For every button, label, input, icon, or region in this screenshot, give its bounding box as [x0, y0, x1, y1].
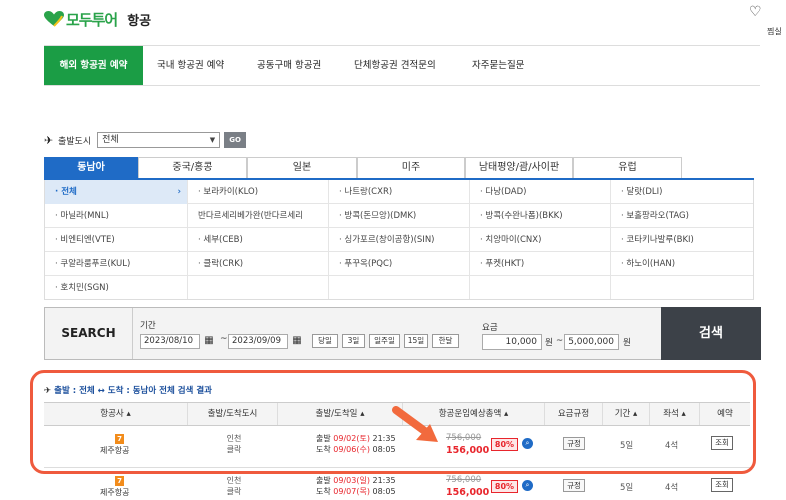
magnifier-icon[interactable]: ⌕	[522, 480, 533, 491]
go-button[interactable]: GO	[224, 132, 247, 148]
chevron-down-icon: ▼	[209, 136, 216, 144]
depart-time: 21:35	[372, 476, 396, 485]
jeju-air-logo-icon: 7	[115, 476, 124, 486]
wishlist-label[interactable]: 찜실	[767, 26, 782, 37]
fare-rule-button[interactable]: 규정	[563, 479, 585, 492]
city-item[interactable]: · 마닐라(MNL)	[45, 204, 187, 228]
region-tabs: 동남아 중국/홍콩 일본 미주 남태평양/괌/사이판 유럽	[44, 157, 682, 179]
period-month-button[interactable]: 한달	[432, 334, 459, 348]
plane-icon: ✈	[44, 133, 54, 147]
city-item[interactable]: · 싱가포르(창이공항)(SIN)	[329, 228, 469, 252]
main-nav: 해외 항공권 예약 국내 항공권 예약 공동구매 항공권 단체항공권 견적문의 …	[44, 45, 760, 86]
city-item[interactable]: · 치앙마이(CNX)	[470, 228, 610, 252]
city-item[interactable]: · 방콕(수완나폼)(BKK)	[470, 204, 610, 228]
fare-min-input[interactable]: 10,000	[482, 334, 542, 350]
departure-filter: ✈ 출발도시 전체 ▼ GO	[44, 131, 247, 149]
nav-group-purchase[interactable]: 공동구매 항공권	[257, 46, 321, 85]
city-item[interactable]: · 방콕(돈므앙)(DMK)	[329, 204, 469, 228]
period-today-button[interactable]: 당일	[312, 334, 338, 348]
city-label: · 전체	[55, 187, 77, 197]
arrive-time: 08:05	[372, 487, 396, 496]
departure-select[interactable]: 전체 ▼	[97, 132, 221, 148]
city-item[interactable]: · 하노이(HAN)	[611, 252, 751, 276]
to-city: 클락	[226, 487, 242, 496]
date-to-input[interactable]: 2023/09/09	[228, 334, 288, 349]
section-title: 항공	[127, 13, 152, 29]
seat-count: 4석	[665, 483, 679, 493]
city-item[interactable]: · 달랏(DLI)	[611, 180, 751, 204]
site-logo[interactable]: 모두투어 항공	[44, 8, 151, 30]
nav-domestic-booking[interactable]: 국내 항공권 예약	[157, 46, 224, 85]
calendar-icon[interactable]: ▦	[290, 333, 304, 348]
from-city: 인천	[226, 476, 242, 485]
trip-duration: 5일	[620, 483, 634, 493]
city-item[interactable]: · 푸켓(HKT)	[470, 252, 610, 276]
nav-group-quote[interactable]: 단체항공권 견적문의	[354, 46, 436, 85]
depart-prefix: 출발	[316, 476, 331, 485]
city-item[interactable]: 반다르세리베가완(반다르세리	[188, 204, 328, 228]
date-from-input[interactable]: 2023/08/10	[140, 334, 200, 349]
airline-name: 제주항공	[100, 488, 130, 497]
city-item[interactable]: · 다낭(DAD)	[470, 180, 610, 204]
arrive-prefix: 도착	[316, 487, 331, 496]
brand-name: 모두투어	[66, 10, 118, 29]
site-header: 모두투어 항공 ♡ 찜실	[0, 0, 786, 44]
tab-americas[interactable]: 미주	[357, 157, 465, 179]
search-label: SEARCH	[45, 308, 133, 359]
city-item[interactable]: · 보라카이(KLO)	[188, 180, 328, 204]
period-label: 기간	[140, 321, 156, 331]
pointer-arrow-icon	[392, 406, 438, 442]
discount-badge: 80%	[491, 480, 518, 493]
period-3day-button[interactable]: 3일	[342, 334, 365, 348]
period-week-button[interactable]: 일주일	[369, 334, 400, 348]
fare-label: 요금	[482, 323, 498, 333]
route-cities: 인천 클락	[214, 475, 254, 497]
nav-overseas-booking[interactable]: 해외 항공권 예약	[44, 46, 143, 85]
city-item[interactable]: · 비엔티엔(VTE)	[45, 228, 187, 252]
tab-japan[interactable]: 일본	[247, 157, 357, 179]
view-button[interactable]: 조회	[711, 478, 733, 492]
original-price: 756,000	[446, 475, 482, 485]
city-item[interactable]: · 세부(CEB)	[188, 228, 328, 252]
chevron-right-icon: ›	[177, 187, 181, 197]
city-item[interactable]: · 보홀팡라오(TAG)	[611, 204, 751, 228]
departure-select-value: 전체	[102, 135, 119, 145]
arrive-date: 09/07(목)	[333, 487, 370, 496]
nav-faq[interactable]: 자주묻는질문	[472, 46, 524, 85]
tab-europe[interactable]: 유럽	[573, 157, 682, 179]
fare-range-separator: ~	[556, 336, 564, 346]
tab-southeast-asia[interactable]: 동남아	[44, 157, 138, 179]
city-item[interactable]: · 푸꾸옥(PQC)	[329, 252, 469, 276]
tab-china-hongkong[interactable]: 중국/홍콩	[138, 157, 247, 179]
sale-price: 156,000	[446, 487, 490, 498]
fare-max-input[interactable]: 5,000,000	[564, 334, 619, 350]
search-panel: SEARCH 기간 2023/08/10 ▦ ~ 2023/09/09 ▦ 당일…	[44, 307, 761, 360]
wishlist-heart-icon[interactable]: ♡	[749, 4, 762, 20]
depart-date: 09/03(일)	[333, 476, 370, 485]
search-button[interactable]: 검색	[661, 307, 761, 360]
city-item[interactable]: · 쿠알라룸푸르(KUL)	[45, 252, 187, 276]
heart-logo-icon	[44, 11, 64, 27]
tab-south-pacific[interactable]: 남태평양/괌/사이판	[465, 157, 573, 179]
city-item-all[interactable]: · 전체 ›	[45, 180, 187, 204]
fare-unit: 원	[545, 338, 553, 348]
city-item[interactable]: · 코타키나발루(BKI)	[611, 228, 751, 252]
city-item[interactable]: · 나트랑(CXR)	[329, 180, 469, 204]
date-range-separator: ~	[220, 334, 228, 344]
city-grid: · 전체 › · 보라카이(KLO) · 나트랑(CXR) · 다낭(DAD) ·…	[44, 180, 754, 300]
calendar-icon[interactable]: ▦	[202, 333, 216, 348]
city-item[interactable]: · 호치민(SGN)	[45, 276, 187, 300]
flight-dates: 출발 09/03(일) 21:35 도착 09/07(목) 08:05	[316, 475, 396, 497]
departure-label: 출발도시	[58, 136, 92, 147]
period-15day-button[interactable]: 15일	[404, 334, 428, 348]
city-item[interactable]: · 클락(CRK)	[188, 252, 328, 276]
fare-unit: 원	[623, 338, 631, 348]
